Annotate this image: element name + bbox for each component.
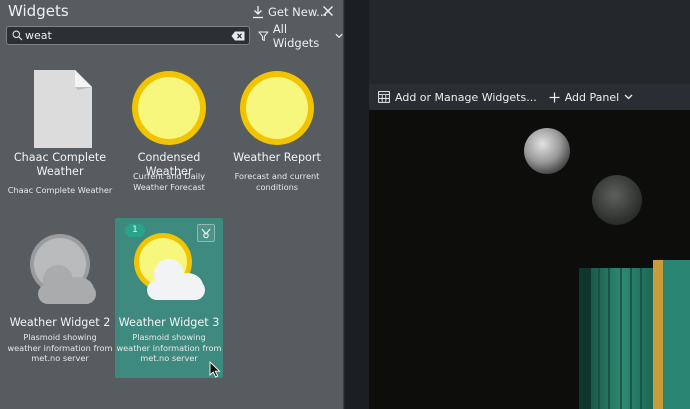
plus-icon <box>549 92 560 102</box>
widget-tile[interactable]: Condensed Weather Current and Daily Weat… <box>115 58 223 218</box>
download-icon <box>253 6 263 19</box>
chevron-down-icon <box>335 33 343 39</box>
widget-name: Weather Report <box>233 151 321 164</box>
sun-cloud-icon <box>129 228 209 308</box>
sun-icon <box>237 68 317 148</box>
close-icon[interactable] <box>320 3 336 19</box>
mouse-cursor-icon <box>209 361 221 378</box>
widget-name: Weather Widget 2 <box>9 316 111 329</box>
widget-tile[interactable]: Weather Report Forecast and current cond… <box>223 58 331 218</box>
sun-icon <box>129 68 209 148</box>
get-new-label: Get New... <box>268 5 328 19</box>
add-manage-widgets-label: Add or Manage Widgets... <box>395 90 537 104</box>
panel-toolbar: Add or Manage Widgets... Add Panel <box>369 84 690 110</box>
get-new-button[interactable]: Get New... <box>252 4 327 20</box>
desktop-strip <box>345 0 369 409</box>
search-icon <box>12 30 23 41</box>
panel-title: Widgets <box>8 2 69 20</box>
filter-dropdown[interactable]: All Widgets <box>258 22 343 50</box>
widget-description: Forecast and current conditions <box>234 171 320 192</box>
desktop-area: Add or Manage Widgets... Add Panel <box>345 0 690 409</box>
widgets-panel: Widgets Get New... All Widgets <box>0 0 344 409</box>
filter-label: All Widgets <box>272 22 320 50</box>
widget-tile[interactable]: Chaac Complete Weather Chaac Complete We… <box>6 58 114 218</box>
filter-icon <box>258 31 269 42</box>
widget-tile[interactable]: Weather Widget 2 Plasmoid showing weathe… <box>6 218 114 378</box>
chevron-down-icon <box>624 94 633 100</box>
widget-description: Plasmoid showing weather information fro… <box>116 332 222 363</box>
widget-tile-selected[interactable]: 1 Weather Widget 3 Plasmoid showing weat… <box>115 218 223 378</box>
document-icon <box>20 68 100 148</box>
widget-description: Plasmoid showing weather information fro… <box>7 332 113 363</box>
add-panel-label: Add Panel <box>564 90 620 104</box>
search-field[interactable] <box>6 26 250 45</box>
widget-name: Chaac Complete Weather <box>13 151 107 178</box>
add-manage-widgets-button[interactable]: Add or Manage Widgets... <box>378 91 537 104</box>
widget-description: Chaac Complete Weather <box>7 185 113 195</box>
clear-text-icon[interactable] <box>231 31 245 41</box>
search-input[interactable] <box>25 27 225 44</box>
wallpaper-image <box>369 110 690 409</box>
cloud-icon <box>20 228 100 308</box>
add-panel-button[interactable]: Add Panel <box>549 91 633 104</box>
widgets-grid-icon <box>378 91 390 103</box>
widget-description: Current and Daily Weather Forecast <box>132 171 206 192</box>
widget-name: Weather Widget 3 <box>118 316 220 329</box>
